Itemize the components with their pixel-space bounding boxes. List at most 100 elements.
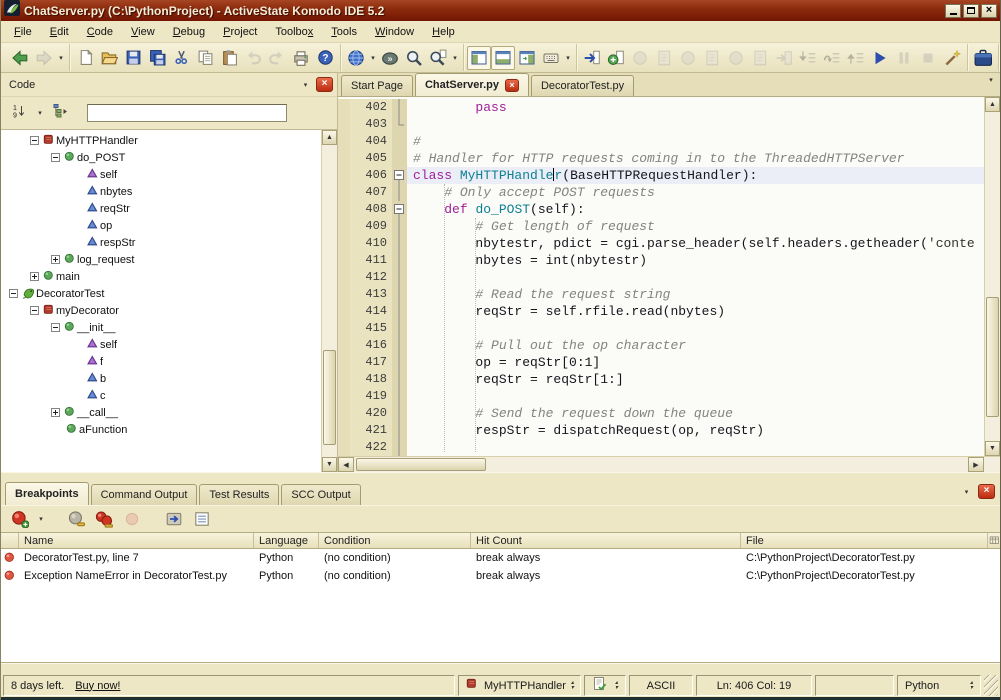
syntax-spinner[interactable]: ▴▾ — [615, 681, 618, 691]
run-button[interactable] — [868, 46, 892, 70]
pane-left-button[interactable] — [467, 46, 491, 70]
fold-margin[interactable] — [392, 320, 407, 337]
paste-button[interactable] — [217, 46, 241, 70]
fold-margin[interactable] — [392, 252, 407, 269]
scroll-down-arrow[interactable]: ▼ — [985, 441, 1000, 456]
debug-go-button[interactable] — [580, 46, 604, 70]
fold-margin[interactable] — [392, 354, 407, 371]
expander-open-icon[interactable] — [51, 323, 60, 332]
fold-margin[interactable] — [392, 99, 407, 116]
magic-wand-button[interactable] — [940, 46, 964, 70]
expander-closed-icon[interactable] — [51, 408, 60, 417]
resize-grip[interactable] — [984, 675, 998, 696]
goto-source-button[interactable] — [162, 508, 186, 530]
tree-item-call[interactable]: __call__ — [1, 404, 321, 421]
code-line-421[interactable]: 421 respStr = dispatchRequest(op, reqStr… — [338, 422, 984, 439]
code-line-404[interactable]: 404# — [338, 133, 984, 150]
code-line-406[interactable]: 406class MyHTTPHandler(BaseHTTPRequestHa… — [338, 167, 984, 184]
column-picker-button[interactable] — [988, 533, 1001, 548]
line-number[interactable]: 421 — [350, 422, 392, 439]
code-line-402[interactable]: 402 pass — [338, 99, 984, 116]
code-line-417[interactable]: 417 op = reqStr[0:1] — [338, 354, 984, 371]
tree-scroll-track[interactable] — [322, 145, 337, 457]
code-line-410[interactable]: 410 nbytestr, pdict = cgi.parse_header(s… — [338, 235, 984, 252]
tab-scc-output[interactable]: SCC Output — [281, 484, 360, 505]
line-number[interactable]: 414 — [350, 303, 392, 320]
line-number[interactable]: 412 — [350, 269, 392, 286]
scroll-right-arrow[interactable]: ▶ — [968, 457, 984, 472]
editor-scroll-thumb[interactable] — [986, 297, 999, 417]
breakpoint-margin[interactable] — [338, 252, 350, 269]
pane-bottom-button[interactable] — [491, 46, 515, 70]
menu-edit[interactable]: Edit — [41, 23, 78, 41]
breakpoint-margin[interactable] — [338, 133, 350, 150]
tree-item-c[interactable]: c — [1, 387, 321, 404]
breakpoint-margin[interactable] — [338, 218, 350, 235]
encoding-indicator[interactable]: ASCII — [629, 675, 693, 696]
tab-list-caret-button[interactable]: ▾ — [986, 68, 996, 92]
line-number[interactable]: 417 — [350, 354, 392, 371]
add-breakpoint-button[interactable] — [8, 508, 32, 530]
breakpoint-margin[interactable] — [338, 354, 350, 371]
breakpoint-row[interactable]: DecoratorTest.py, line 7Python(no condit… — [1, 549, 1000, 567]
line-number[interactable]: 415 — [350, 320, 392, 337]
code-line-422[interactable]: 422 — [338, 439, 984, 456]
expander-closed-icon[interactable] — [30, 272, 39, 281]
tree-item-myhttphandler[interactable]: MyHTTPHandler — [1, 132, 321, 149]
fold-margin[interactable] — [392, 235, 407, 252]
tree-item-reqstr[interactable]: reqStr — [1, 200, 321, 217]
menu-view[interactable]: View — [122, 23, 164, 41]
breakpoint-margin[interactable] — [338, 303, 350, 320]
breakpoint-margin[interactable] — [338, 116, 350, 133]
open-button[interactable] — [97, 46, 121, 70]
symbol-spinner[interactable]: ▴▾ — [571, 681, 574, 691]
tree-item-do-post[interactable]: do_POST — [1, 149, 321, 166]
line-number[interactable]: 402 — [350, 99, 392, 116]
line-number[interactable]: 409 — [350, 218, 392, 235]
breakpoint-margin[interactable] — [338, 439, 350, 456]
find-button[interactable] — [402, 46, 426, 70]
menu-window[interactable]: Window — [366, 23, 423, 41]
column-header-hit-count[interactable]: Hit Count — [471, 533, 741, 548]
line-number[interactable]: 404 — [350, 133, 392, 150]
line-number[interactable]: 408 — [350, 201, 392, 218]
code-line-414[interactable]: 414 reqStr = self.rfile.read(nbytes) — [338, 303, 984, 320]
language-selector[interactable]: Python ▴▾ — [897, 675, 981, 696]
line-number[interactable]: 406 — [350, 167, 392, 184]
line-number[interactable]: 419 — [350, 388, 392, 405]
pane-splitter[interactable] — [1, 472, 1000, 480]
fold-margin[interactable] — [392, 218, 407, 235]
breakpoint-margin[interactable] — [338, 99, 350, 116]
fold-margin[interactable] — [392, 201, 407, 218]
save-button[interactable] — [121, 46, 145, 70]
tree-item-b[interactable]: b — [1, 370, 321, 387]
menu-debug[interactable]: Debug — [164, 23, 214, 41]
current-symbol-selector[interactable]: MyHTTPHandler ▴▾ — [458, 675, 581, 696]
column-header-file[interactable]: File — [741, 533, 988, 548]
expander-open-icon[interactable] — [9, 289, 18, 298]
tree-item-respstr[interactable]: respStr — [1, 234, 321, 251]
line-number[interactable]: 413 — [350, 286, 392, 303]
fold-margin[interactable] — [392, 286, 407, 303]
toolbox-button[interactable] — [971, 46, 995, 70]
tree-item-self[interactable]: self — [1, 336, 321, 353]
code-line-408[interactable]: 408 def do_POST(self): — [338, 201, 984, 218]
disable-breakpoints-button[interactable] — [64, 508, 88, 530]
delete-breakpoint-button[interactable] — [92, 508, 116, 530]
code-line-420[interactable]: 420 # Send the request down the queue — [338, 405, 984, 422]
debug-new-session-button[interactable] — [604, 46, 628, 70]
tree-scrollbar[interactable]: ▲ ▼ — [321, 130, 337, 472]
tree-item-afunction[interactable]: aFunction — [1, 421, 321, 438]
fold-margin[interactable] — [392, 303, 407, 320]
breakpoint-row[interactable]: Exception NameError in DecoratorTest.pyP… — [1, 567, 1000, 585]
menu-tools[interactable]: Tools — [322, 23, 366, 41]
breakpoint-margin[interactable] — [338, 371, 350, 388]
fold-margin[interactable] — [392, 133, 407, 150]
back-button[interactable] — [8, 46, 32, 70]
tab-decoratortest-py[interactable]: DecoratorTest.py — [531, 75, 634, 96]
save-all-button[interactable] — [145, 46, 169, 70]
tree-item-log-request[interactable]: log_request — [1, 251, 321, 268]
fold-margin[interactable] — [392, 337, 407, 354]
fold-margin[interactable] — [392, 388, 407, 405]
buy-now-link[interactable]: Buy now! — [75, 680, 120, 692]
